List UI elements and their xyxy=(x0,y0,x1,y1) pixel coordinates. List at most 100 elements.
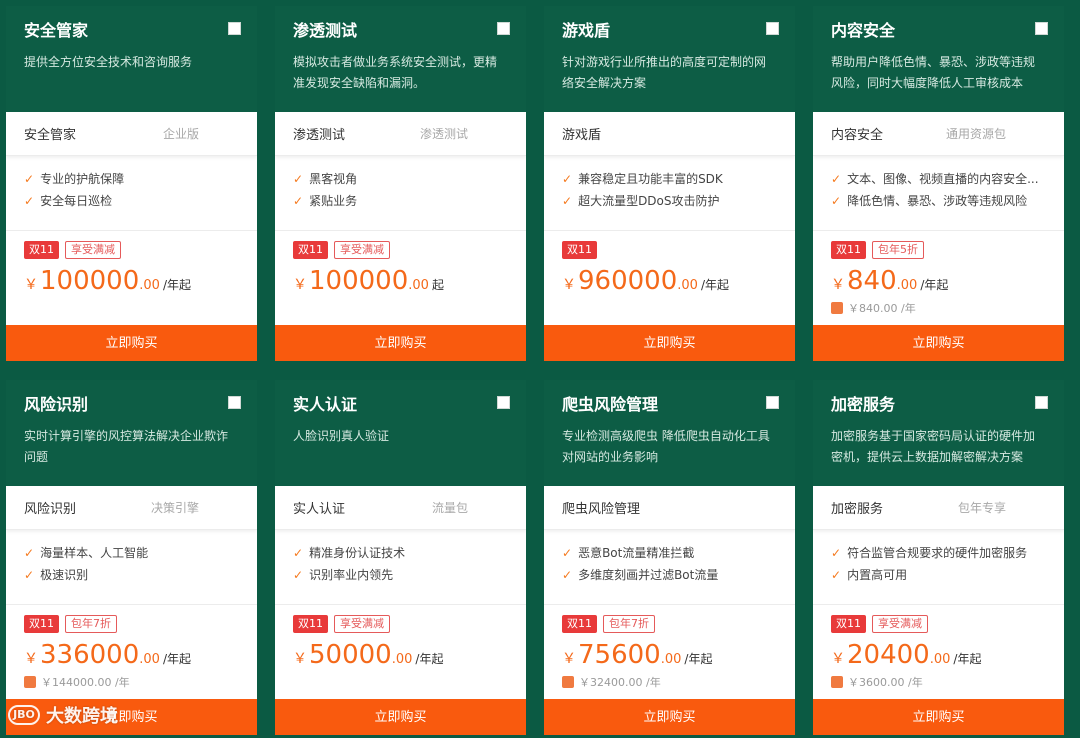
feature-text: 安全每日巡检 xyxy=(40,194,113,208)
price-decimal: .00 xyxy=(139,652,160,667)
compare-checkbox[interactable] xyxy=(497,22,510,35)
check-icon: ✓ xyxy=(562,172,573,186)
buy-now-button[interactable]: 立即购买 xyxy=(813,699,1064,735)
price-unit: /年起 xyxy=(162,278,191,292)
compare-checkbox[interactable] xyxy=(497,396,510,409)
spec-row[interactable]: 安全管家 企业版 xyxy=(6,112,257,156)
check-icon: ✓ xyxy=(24,194,35,208)
spec-row[interactable]: 爬虫风险管理 xyxy=(544,486,795,530)
price: ￥75600.00/年起 xyxy=(562,639,777,673)
badge-row: 双11 包年5折 xyxy=(831,241,1046,261)
feature-text: 专业的护航保障 xyxy=(40,172,125,186)
feature-text: 内置高可用 xyxy=(847,568,908,582)
compare-checkbox[interactable] xyxy=(228,22,241,35)
compare-checkbox[interactable] xyxy=(1035,396,1048,409)
price-unit: 起 xyxy=(431,278,444,292)
compare-checkbox[interactable] xyxy=(228,396,241,409)
card-description: 加密服务基于国家密码局认证的硬件加密机，提供云上数据加解密解决方案 xyxy=(831,429,1036,464)
spec-tag: 企业版 xyxy=(162,127,199,141)
spec-row[interactable]: 风险识别 决策引擎 xyxy=(6,486,257,530)
check-icon: ✓ xyxy=(24,546,35,560)
feature-list: ✓ 黑客视角 ✓ 紧贴业务 xyxy=(275,156,526,231)
event-badge: 双11 xyxy=(831,615,866,633)
feature-list: ✓ 兼容稳定且功能丰富的SDK ✓ 超大流量型DDoS攻击防护 xyxy=(544,156,795,231)
price-decimal: .00 xyxy=(896,278,918,293)
price-decimal: .00 xyxy=(408,278,429,293)
currency-symbol: ￥ xyxy=(24,277,38,293)
buy-now-button[interactable]: 立即购买 xyxy=(544,325,795,361)
buy-now-button[interactable]: 立即购买 xyxy=(6,325,257,361)
feature-text: 兼容稳定且功能丰富的SDK xyxy=(578,172,723,186)
spec-name: 内容安全 xyxy=(831,128,884,143)
buy-now-button[interactable]: 立即购买 xyxy=(275,325,526,361)
feature-text: 海量样本、人工智能 xyxy=(40,546,149,560)
card-description: 人脸识别真人验证 xyxy=(293,429,390,443)
currency-symbol: ￥ xyxy=(293,651,307,667)
spec-tag: 流量包 xyxy=(431,501,468,515)
coupon-icon xyxy=(831,676,843,688)
card-title: 爬虫风险管理 xyxy=(562,395,659,414)
check-icon: ✓ xyxy=(293,194,304,208)
price-area: 双11 享受满减 ￥20400.00/年起 ￥3600.00 /年 xyxy=(813,605,1064,700)
feature-text: 多维度刻画并过滤Bot流量 xyxy=(578,568,719,582)
compare-checkbox[interactable] xyxy=(766,396,779,409)
feature-text: 紧贴业务 xyxy=(309,194,358,208)
price-decimal: .00 xyxy=(929,652,951,667)
price-unit: /年起 xyxy=(162,652,191,666)
feature-item: ✓ 内置高可用 xyxy=(831,564,1046,586)
spec-row[interactable]: 游戏盾 xyxy=(544,112,795,156)
card-header: 爬虫风险管理专业检测高级爬虫 降低爬虫自动化工具对网站的业务影响 xyxy=(544,380,795,486)
feature-list: ✓ 文本、图像、视频直播的内容安全... ✓ 降低色情、暴恐、涉政等违规风险 xyxy=(813,156,1064,231)
feature-item: ✓ 文本、图像、视频直播的内容安全... xyxy=(831,168,1046,190)
price: ￥960000.00/年起 xyxy=(562,265,777,299)
check-icon: ✓ xyxy=(831,172,842,186)
price-unit: /年起 xyxy=(953,652,982,666)
feature-text: 黑客视角 xyxy=(309,172,358,186)
check-icon: ✓ xyxy=(24,172,35,186)
check-icon: ✓ xyxy=(562,194,573,208)
product-card: 游戏盾 针对游戏行业所推出的高度可定制的网络安全解决方案 游戏盾 ✓ 兼容稳定且功能丰富… xyxy=(544,6,795,361)
spec-row[interactable]: 加密服务 包年专享 xyxy=(813,486,1064,530)
buy-now-button[interactable]: 立即购买 xyxy=(275,699,526,735)
feature-item: ✓ 黑客视角 xyxy=(293,168,508,190)
buy-now-button[interactable]: 立即购买 xyxy=(544,699,795,735)
buy-now-button[interactable]: 立即购买 xyxy=(813,325,1064,361)
card-description: 专业检测高级爬虫 降低爬虫自动化工具对网站的业务影响 xyxy=(562,429,770,464)
price-area: 双11 享受满减 ￥50000.00/年起 xyxy=(275,605,526,700)
price-area: 双11 ￥960000.00/年起 xyxy=(544,231,795,326)
badge-row: 双11 享受满减 xyxy=(293,615,508,635)
check-icon: ✓ xyxy=(831,568,842,582)
check-icon: ✓ xyxy=(562,546,573,560)
event-badge: 双11 xyxy=(562,615,597,633)
original-price: ￥32400.00 /年 xyxy=(562,674,777,690)
spec-row[interactable]: 内容安全 通用资源包 xyxy=(813,112,1064,156)
price-integer: 100000 xyxy=(40,266,140,296)
card-header: 实人认证人脸识别真人验证 xyxy=(275,380,526,486)
currency-symbol: ￥ xyxy=(831,277,845,293)
promo-badge: 享受满减 xyxy=(334,615,390,633)
price-decimal: .00 xyxy=(139,278,160,293)
price-area: 双11 包年7折 ￥336000.00/年起 ￥144000.00 /年 xyxy=(6,605,257,700)
card-description: 帮助用户降低色情、暴恐、涉政等违规风险，同时大幅度降低人工审核成本 xyxy=(831,55,1036,90)
spec-row[interactable]: 实人认证 流量包 xyxy=(275,486,526,530)
compare-checkbox[interactable] xyxy=(766,22,779,35)
price-unit: /年起 xyxy=(700,278,729,292)
card-header: 安全管家 提供全方位安全技术和咨询服务 xyxy=(6,6,257,112)
card-title: 风险识别 xyxy=(24,395,89,414)
badge-row: 双11 享受满减 xyxy=(831,615,1046,635)
price-unit: /年起 xyxy=(920,278,949,292)
feature-item: ✓ 降低色情、暴恐、涉政等违规风险 xyxy=(831,190,1046,212)
compare-checkbox[interactable] xyxy=(1035,22,1048,35)
feature-text: 符合监管合规要求的硬件加密服务 xyxy=(847,546,1028,560)
watermark: JBO 大数跨境 xyxy=(8,702,118,728)
feature-text: 超大流量型DDoS攻击防护 xyxy=(578,194,720,208)
card-title: 实人认证 xyxy=(293,395,358,414)
badge-row: 双11 xyxy=(562,241,777,261)
check-icon: ✓ xyxy=(562,568,573,582)
card-title: 渗透测试 xyxy=(293,21,358,40)
card-header: 游戏盾 针对游戏行业所推出的高度可定制的网络安全解决方案 xyxy=(544,6,795,112)
spec-row[interactable]: 渗透测试 渗透测试 xyxy=(275,112,526,156)
currency-symbol: ￥ xyxy=(293,277,307,293)
spec-tag: 决策引擎 xyxy=(150,501,199,515)
price: ￥840.00/年起 xyxy=(831,265,1046,299)
